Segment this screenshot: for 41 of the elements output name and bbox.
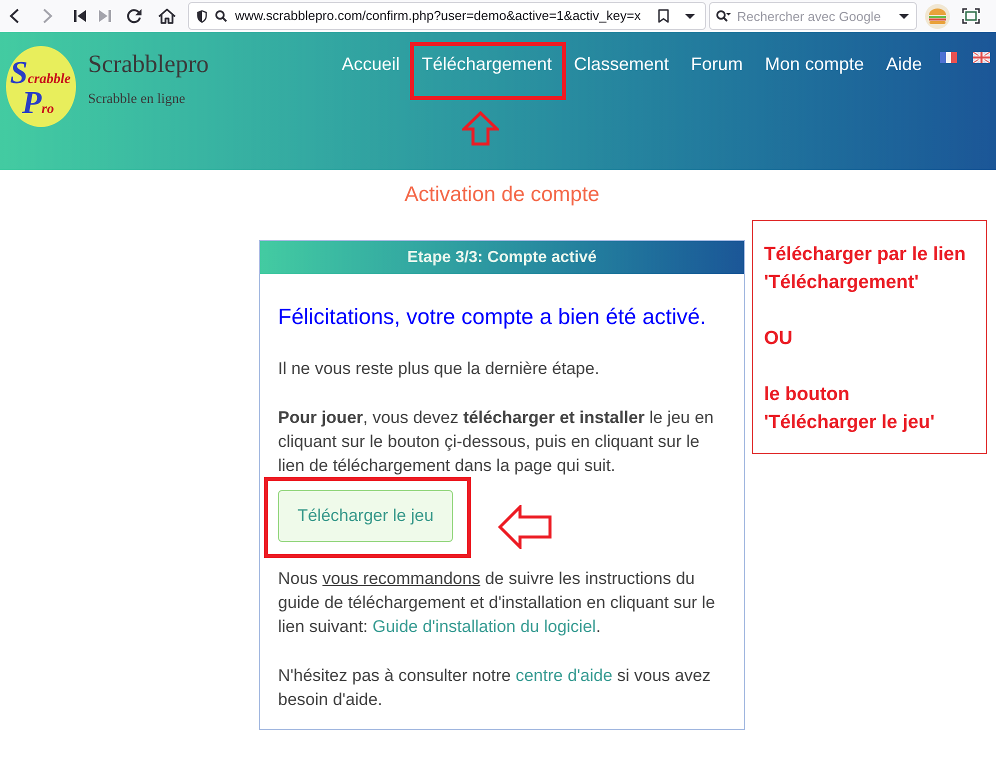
- callout-text: Télécharger par le lien 'Téléchargement': [764, 243, 967, 295]
- nav-link[interactable]: Mon compte: [764, 52, 864, 76]
- up-arrow-icon: [462, 111, 499, 146]
- burger-icon[interactable]: [925, 4, 950, 28]
- search-icon: [215, 10, 227, 22]
- url-field[interactable]: www.scrabblepro.com/confirm.php?user=demo&active=1&activ_key=x: [188, 2, 706, 30]
- site-title: Scrabblepro: [88, 50, 209, 80]
- callout-text: le bouton 'Télécharger le jeu': [764, 383, 936, 435]
- step-title: Etape 3/3: Compte activé: [407, 248, 597, 268]
- british-flag-icon[interactable]: [973, 52, 990, 63]
- search-icon: [716, 10, 731, 22]
- nav-link[interactable]: Accueil: [342, 52, 400, 76]
- back-icon[interactable]: [8, 8, 20, 24]
- left-arrow-icon: [498, 505, 552, 549]
- link[interactable]: centre d'aide: [516, 666, 612, 685]
- french-flag-icon[interactable]: [940, 52, 957, 63]
- paragraph: N'hésitez pas à consulter notre centre d'aide si vous avez besoin d'aide.: [278, 665, 712, 711]
- success-heading: Félicitations, votre compte a bien été activé.: [278, 303, 707, 331]
- paragraph: Il ne vous reste plus que la dernière étape.: [278, 358, 600, 380]
- home-icon[interactable]: [158, 8, 176, 24]
- reload-icon[interactable]: [126, 8, 142, 24]
- skip-back-icon[interactable]: [74, 10, 86, 22]
- link[interactable]: Guide d'installation du logiciel: [372, 617, 596, 636]
- paragraph: Pour jouer, vous devez télécharger et installer le jeu en cliquant sur le bouton çi-dessous, puis en cliquant sur le lien de téléchargement dans la page qui suit.: [278, 407, 715, 477]
- caret-down-icon[interactable]: [685, 14, 695, 18]
- fullscreen-icon[interactable]: [962, 8, 980, 24]
- page-title: Activation de compte: [404, 182, 600, 208]
- caret-down-icon[interactable]: [899, 14, 909, 19]
- nav-link[interactable]: Téléchargement: [422, 52, 552, 76]
- callout-text: OU: [764, 327, 794, 351]
- download-button[interactable]: Télécharger le jeu: [278, 490, 453, 542]
- site-tagline: Scrabble en ligne: [88, 91, 186, 109]
- nav-link[interactable]: Forum: [690, 52, 743, 76]
- nav-link[interactable]: Classement: [574, 52, 669, 76]
- shield-icon[interactable]: [197, 10, 207, 22]
- logo-text: Pro: [21, 86, 55, 118]
- search-field[interactable]: Rechercher avec Google: [709, 2, 917, 30]
- logo-text: Scrabble: [9, 56, 72, 88]
- bookmark-icon[interactable]: [658, 9, 669, 23]
- paragraph: Nous vous recommandons de suivre les instructions du guide de téléchargement et d'installation en cliquant sur le lien suivant: Guide d'installation du logiciel.: [278, 568, 716, 638]
- nav-link[interactable]: Aide: [886, 52, 922, 76]
